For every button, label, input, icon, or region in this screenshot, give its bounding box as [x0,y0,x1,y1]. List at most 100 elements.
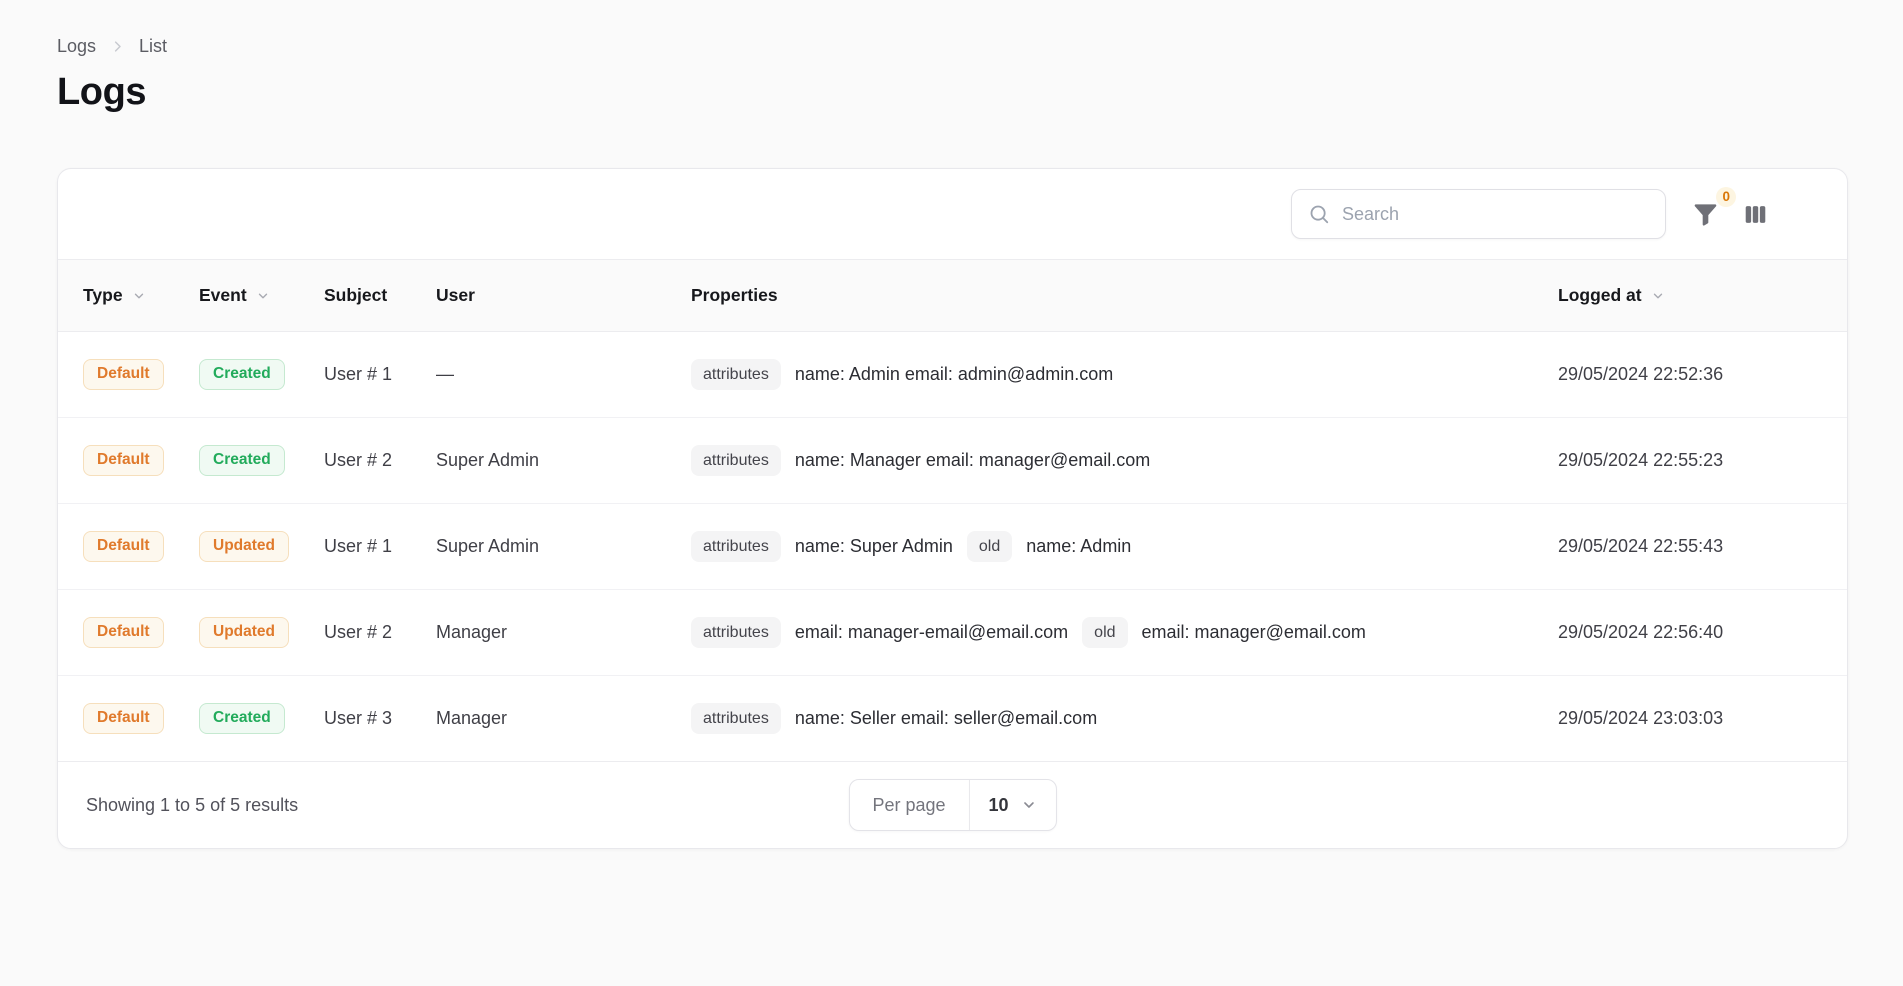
column-label: Properties [691,285,778,306]
cell-subject: User # 1 [299,504,411,590]
table-row[interactable]: Default Updated User # 1Super Admin attribu… [58,504,1848,590]
column-header-event[interactable]: Event [174,260,299,332]
cell-subject: User # 1 [299,332,411,418]
table-row[interactable]: DefaultCreatedUser # 2Super Adminattribu… [58,418,1848,504]
event-badge: Created [199,359,285,390]
property-key-tag: attributes [691,617,781,648]
cell-logged-at: 29/05/2024 23:03:03 [1533,676,1848,762]
search-icon [1308,203,1330,225]
cell-event: Updated [174,590,299,676]
cell-event: Created [174,332,299,418]
property-value-text: email: manager@email.com [1142,622,1366,643]
breadcrumb-item-logs[interactable]: Logs [57,36,96,57]
properties-list: attributes email: manager-email@email.com… [691,617,1533,648]
cell-logged-at: 29/05/2024 22:55:43 [1533,504,1848,590]
chevron-down-icon [1651,289,1665,303]
event-badge: Created [199,703,285,734]
column-label: User [436,285,475,306]
per-page-control: Per page 10 [848,779,1056,831]
table-row[interactable]: DefaultCreatedUser # 3Managerattributesn… [58,676,1848,762]
column-header-type[interactable]: Type [58,260,174,332]
column-label: Type [83,285,123,306]
cell-subject: User # 2 [299,590,411,676]
type-badge: Default [83,703,164,734]
cell-logged-at: 29/05/2024 22:55:23 [1533,418,1848,504]
search-input[interactable] [1342,204,1651,225]
table-toolbar: 0 [58,169,1847,259]
column-header-logged-at[interactable]: Logged at [1533,260,1848,332]
results-summary: Showing 1 to 5 of 5 results [86,795,298,816]
column-header-properties: Properties [666,260,1533,332]
per-page-label: Per page [849,780,968,830]
table-row[interactable]: Default Created User # 1— attributesname: A… [58,332,1848,418]
table-row[interactable]: Default Updated User # 2Manager attributes e… [58,590,1848,676]
per-page-select[interactable]: 10 [970,780,1056,830]
cell-subject: User # 2 [299,418,411,504]
column-label: Logged at [1558,285,1642,306]
cell-logged-at: 29/05/2024 22:56:40 [1533,590,1848,676]
table-footer: Showing 1 to 5 of 5 results Per page 10 [58,762,1847,848]
type-badge: Default [83,359,164,390]
chevron-down-icon [132,289,146,303]
funnel-icon [1692,201,1719,228]
logs-page: Logs List Logs 0 [0,0,1903,986]
column-header-subject: Subject [299,260,411,332]
properties-list: attributes name: Super Admin old name: Admi… [691,531,1533,562]
type-badge: Default [83,617,164,648]
property-key-tag: attributes [691,531,781,562]
property-key-tag: attributes [691,359,781,390]
properties-list: attributesname: Admin email: admin@admin… [691,359,1533,390]
type-badge: Default [83,531,164,562]
property-key-tag: old [1082,617,1127,648]
type-badge: Default [83,445,164,476]
cell-logged-at: 29/05/2024 22:52:36 [1533,332,1848,418]
table-header-row: Type Event Subject [58,260,1848,332]
view-columns-icon [1743,202,1768,227]
cell-properties: attributes name: Super Admin old name: Admi… [666,504,1533,590]
property-value-text: name: Super Admin [795,536,953,557]
column-label: Subject [324,285,387,306]
event-badge: Updated [199,617,289,648]
property-value-text: name: Admin [1026,536,1131,557]
breadcrumb: Logs List [57,36,1848,57]
chevron-right-icon [110,39,125,54]
cell-event: Created [174,676,299,762]
cell-type: Default [58,418,174,504]
cell-properties: attributes name: Seller email: seller@ema… [666,676,1533,762]
page-title: Logs [57,71,1848,114]
cell-properties: attributesname: Admin email: admin@admin… [666,332,1533,418]
property-key-tag: attributes [691,445,781,476]
cell-type: Default [58,504,174,590]
logs-table: Type Event Subject [58,259,1848,762]
properties-list: attributes name: Seller email: seller@ema… [691,703,1533,734]
logs-table-card: 0 Type [57,168,1848,849]
per-page-value: 10 [989,795,1009,816]
toggle-columns-button[interactable] [1739,198,1772,231]
column-header-user: User [411,260,666,332]
properties-list: attributes name: Manager email: manager@e… [691,445,1533,476]
cell-type: Default [58,590,174,676]
cell-user: Super Admin [411,504,666,590]
chevron-down-icon [256,289,270,303]
cell-event: Updated [174,504,299,590]
property-value-text: email: manager-email@email.com [795,622,1068,643]
property-value-text: name: Seller email: seller@email.com [795,708,1097,729]
filter-button[interactable]: 0 [1688,197,1723,232]
cell-properties: attributes email: manager-email@email.com… [666,590,1533,676]
cell-event: Created [174,418,299,504]
cell-type: Default [58,676,174,762]
column-label: Event [199,285,247,306]
search-box [1291,189,1666,239]
active-filter-count-badge: 0 [1716,187,1736,207]
table-body: DefaultCreatedUser # 1—attributesname: A… [58,332,1848,762]
cell-user: — [411,332,666,418]
event-badge: Created [199,445,285,476]
cell-user: Manager [411,590,666,676]
event-badge: Updated [199,531,289,562]
breadcrumb-item-list: List [139,36,167,57]
property-key-tag: old [967,531,1012,562]
chevron-down-icon [1021,797,1037,813]
property-key-tag: attributes [691,703,781,734]
property-value-text: name: Manager email: manager@email.com [795,450,1150,471]
cell-type: Default [58,332,174,418]
